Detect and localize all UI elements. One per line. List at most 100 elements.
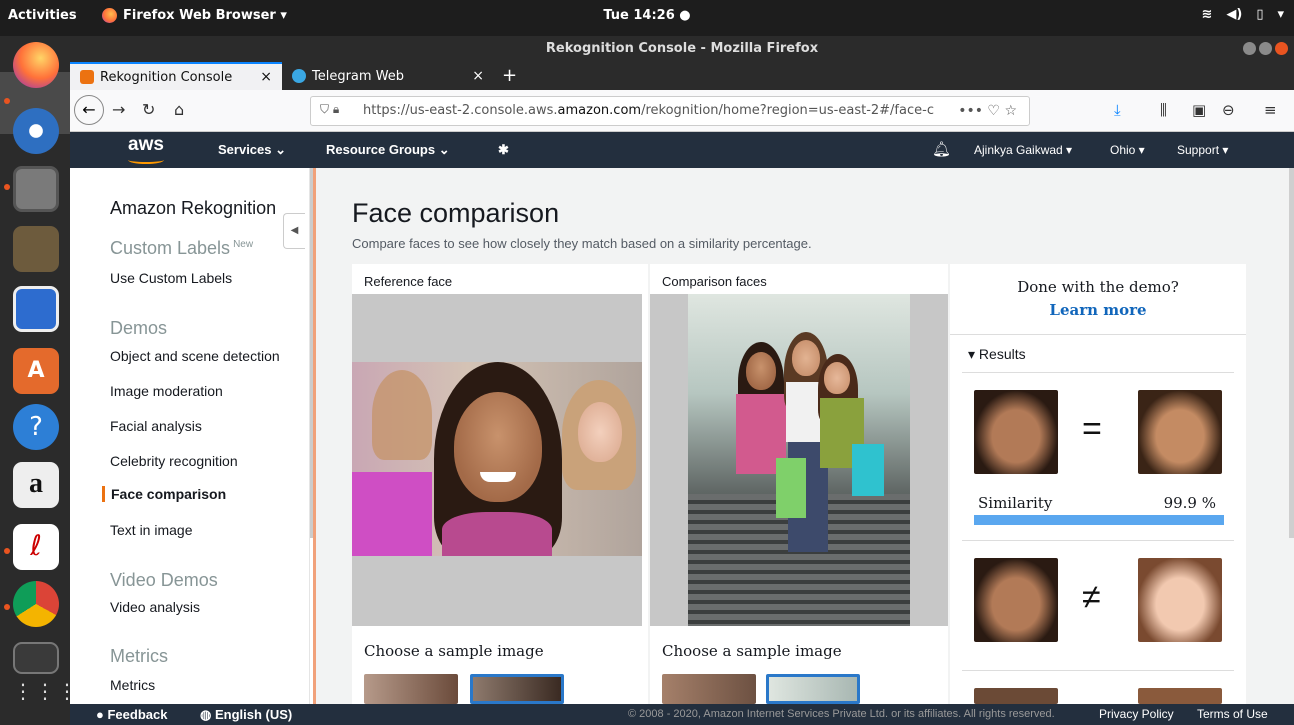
sidebar-item-image-moderation[interactable]: Image moderation	[110, 383, 223, 399]
files-dock-icon[interactable]	[13, 166, 59, 212]
sidebar-item-metrics[interactable]: Metrics	[110, 677, 155, 693]
firefox-dock-icon[interactable]	[13, 42, 59, 88]
comparison-sample-thumb-2[interactable]	[766, 674, 860, 704]
sidebar-item-face-comparison[interactable]: Face comparison	[102, 486, 226, 502]
back-button[interactable]: ←	[74, 95, 104, 125]
feedback-label: Feedback	[107, 707, 168, 722]
home-button[interactable]: ⌂	[174, 100, 184, 119]
comparison-faces-panel: Comparison faces Choose a sample image	[650, 264, 948, 704]
sidebar-item-text-in-image[interactable]: Text in image	[110, 522, 192, 538]
account-icon[interactable]: ⊖	[1222, 101, 1235, 119]
menu-icon[interactable]: ≡	[1264, 101, 1277, 119]
writer-dock-icon[interactable]	[13, 286, 59, 332]
reference-sample-thumb-1[interactable]	[364, 674, 458, 704]
dock-running-dot	[4, 98, 10, 104]
help-dock-icon[interactable]: ?	[13, 404, 59, 450]
pocket-icon[interactable]: ♡	[987, 103, 1000, 119]
tab-bar: Rekognition Console × Telegram Web × +	[70, 62, 1294, 90]
comparison-faces-label: Comparison faces	[662, 274, 767, 289]
privacy-policy-link[interactable]: Privacy Policy	[1099, 704, 1174, 725]
terminal-dock-icon[interactable]	[13, 642, 59, 674]
thunderbird-dock-icon[interactable]	[13, 108, 59, 154]
main-content: Face comparison Compare faces to see how…	[316, 168, 1294, 704]
pdf-viewer-dock-icon[interactable]: ℓ	[13, 524, 59, 570]
results-toggle[interactable]: ▾ Results	[968, 346, 1026, 363]
girl-2-face	[792, 340, 820, 376]
comparison-sample-thumb-1[interactable]	[662, 674, 756, 704]
library-icon[interactable]: ⫼	[1160, 101, 1167, 119]
volume-icon: ◀)	[1226, 7, 1243, 22]
collapse-sidebar-button[interactable]: ◀	[283, 213, 305, 249]
region-menu[interactable]: Ohio ▾	[1110, 143, 1145, 157]
tab-telegram-web[interactable]: Telegram Web ×	[282, 62, 494, 90]
user-menu[interactable]: Ajinkya Gaikwad ▾	[974, 143, 1072, 157]
reload-button[interactable]: ↻	[142, 100, 155, 119]
sidebar-item-use-custom-labels[interactable]: Use Custom Labels	[110, 270, 232, 286]
done-with-demo-text: Done with the demo?	[1017, 278, 1179, 296]
aws-smile-icon	[128, 156, 164, 164]
feedback-link[interactable]: ● Feedback	[96, 704, 167, 725]
sidebar-item-object-scene-detection[interactable]: Object and scene detection	[110, 348, 280, 364]
downloads-icon[interactable]: ⤓	[1114, 101, 1121, 119]
reference-image[interactable]	[352, 294, 642, 626]
tab-label: Telegram Web	[312, 68, 405, 84]
demos-heading: Demos	[110, 318, 168, 338]
notification-bell-icon[interactable]: 🔔︎	[932, 140, 951, 158]
dock: A ? a ℓ ⋮⋮⋮	[0, 36, 77, 725]
clock[interactable]: Tue 14:26 ●	[0, 8, 1294, 23]
lock-icon[interactable]: 🔒︎	[333, 102, 339, 116]
learn-more-link[interactable]: Learn more	[950, 301, 1246, 319]
bookmark-star-icon[interactable]: ☆	[1004, 103, 1017, 119]
navigation-toolbar: ← → ↻ ⌂ https://us-east-2.console.aws.am…	[70, 90, 1294, 132]
reference-face-panel: Reference face Choose a sample image	[352, 264, 648, 704]
maximize-button[interactable]	[1259, 42, 1272, 55]
new-tab-button[interactable]: +	[502, 65, 517, 86]
amazon-dock-icon[interactable]: a	[13, 462, 59, 508]
comparison-image[interactable]	[650, 294, 948, 626]
close-tab-icon[interactable]: ×	[472, 68, 484, 84]
system-tray[interactable]: ≋ ◀) ▯ ▾	[1201, 7, 1284, 22]
green-shopping-bag	[776, 458, 806, 518]
shield-icon[interactable]: ⛉	[320, 102, 329, 116]
comparison-photo	[688, 294, 910, 626]
smile	[480, 472, 516, 482]
resource-groups-menu[interactable]: Resource Groups ⌄	[326, 142, 450, 158]
language-selector[interactable]: ◍ English (US)	[200, 704, 292, 725]
divider	[950, 334, 1246, 335]
sidebar-item-facial-analysis[interactable]: Facial analysis	[110, 418, 202, 434]
sidebar-item-video-analysis[interactable]: Video analysis	[110, 599, 200, 615]
show-apps-icon[interactable]: ⋮⋮⋮	[13, 681, 77, 720]
services-menu[interactable]: Services ⌄	[218, 142, 286, 158]
pin-icon[interactable]: ✱	[498, 142, 509, 158]
sidebar-icon[interactable]: ▣	[1192, 101, 1206, 119]
main-girl-face	[454, 392, 542, 502]
match-comparison-face	[1138, 390, 1222, 474]
metrics-heading: Metrics	[110, 646, 168, 666]
sidebar-title[interactable]: Amazon Rekognition	[110, 198, 276, 219]
minimize-button[interactable]	[1243, 42, 1256, 55]
close-window-button[interactable]	[1275, 42, 1288, 55]
dock-running-dot	[4, 184, 10, 190]
background-face-right	[578, 402, 622, 462]
close-tab-icon[interactable]: ×	[260, 69, 272, 85]
software-center-dock-icon[interactable]: A	[13, 348, 59, 394]
reference-sample-thumb-2[interactable]	[470, 674, 564, 704]
main-scrollbar[interactable]	[1289, 168, 1294, 538]
url-bar[interactable]: https://us-east-2.console.aws.amazon.com…	[310, 96, 1030, 126]
tab-rekognition-console[interactable]: Rekognition Console ×	[70, 62, 282, 90]
reference-photo	[352, 362, 642, 556]
rhythmbox-dock-icon[interactable]	[13, 226, 59, 272]
teal-shopping-bag	[852, 444, 884, 496]
page-title: Face comparison	[352, 198, 560, 228]
aws-logo[interactable]: aws	[128, 134, 164, 156]
support-menu[interactable]: Support ▾	[1177, 143, 1228, 157]
url-security-icons: ⛉ 🔒︎	[320, 102, 339, 117]
terms-of-use-link[interactable]: Terms of Use	[1197, 704, 1268, 725]
page-actions-icon[interactable]: •••	[958, 103, 983, 119]
forward-button[interactable]: →	[112, 100, 125, 119]
url-prefix: https://us-east-2.console.aws.	[363, 103, 558, 118]
sidebar-item-celebrity-recognition[interactable]: Celebrity recognition	[110, 453, 238, 469]
caret-down-icon: ▾	[968, 346, 976, 362]
similarity-label: Similarity	[978, 494, 1053, 512]
chrome-dock-icon[interactable]	[13, 581, 59, 627]
